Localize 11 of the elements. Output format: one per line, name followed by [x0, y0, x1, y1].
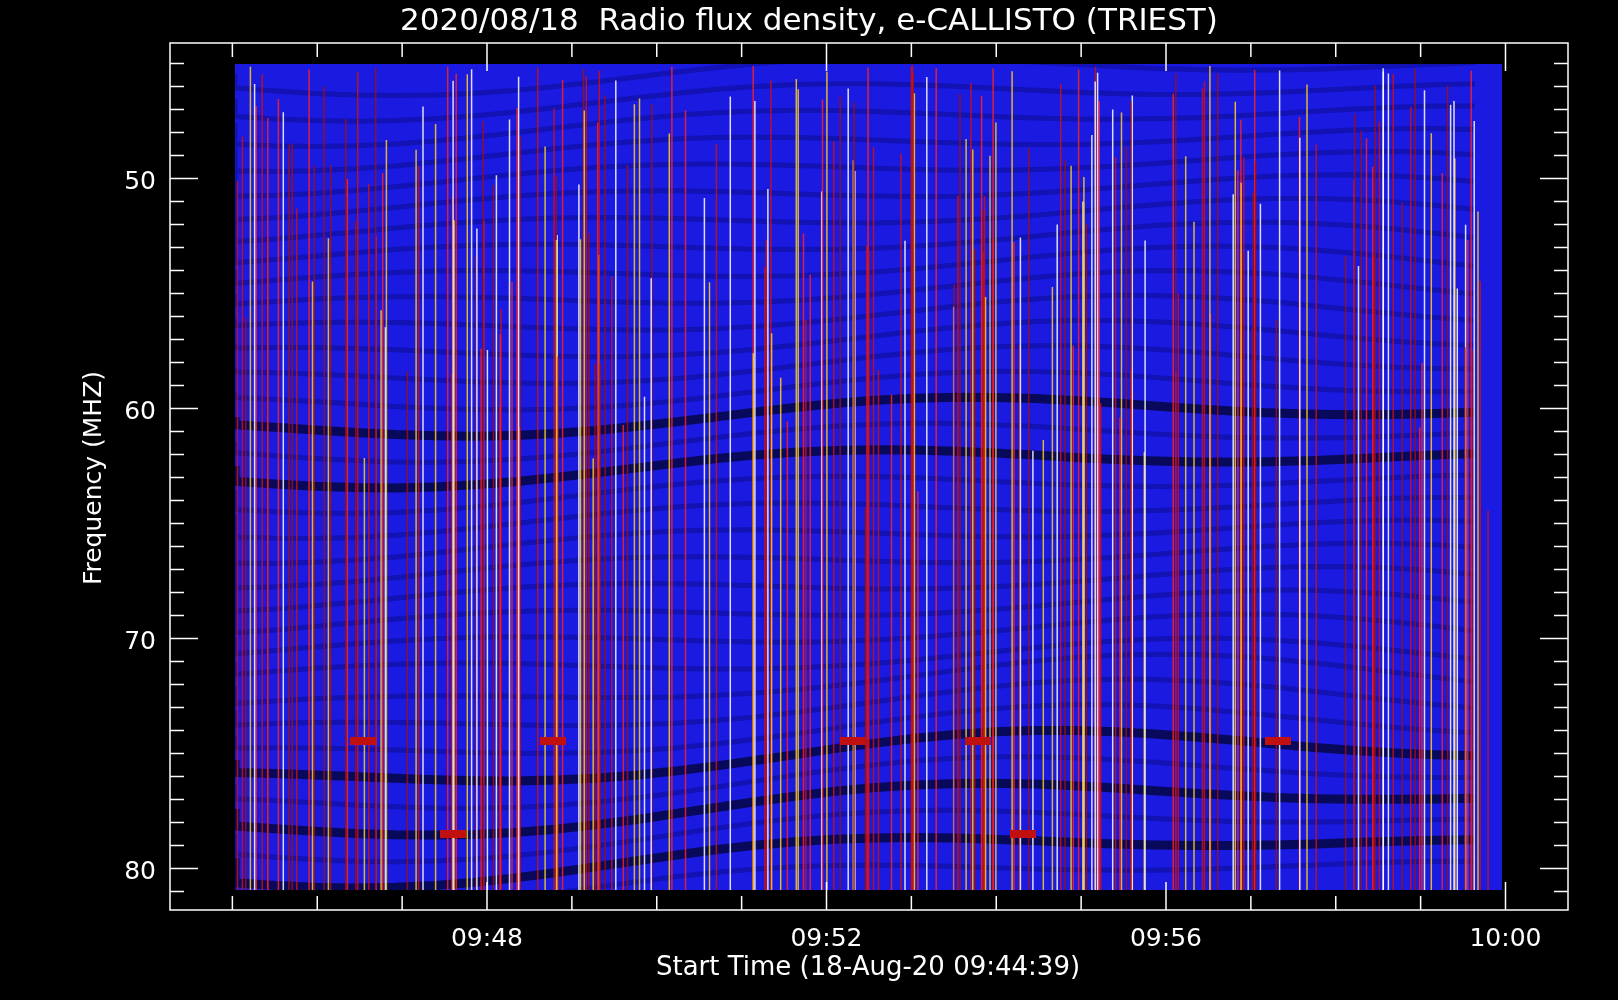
y-tick-label: 60: [124, 395, 156, 425]
y-tick-label: 70: [124, 625, 156, 655]
x-tick-label: 10:00: [1469, 923, 1542, 952]
x-tick-label: 09:56: [1130, 923, 1202, 952]
x-tick-label: 09:52: [790, 923, 863, 952]
y-tick-label: 50: [124, 165, 156, 195]
y-tick-label: 80: [124, 855, 156, 885]
x-tick-label: 09:48: [451, 923, 523, 952]
chart-title: 2020/08/18 Radio flux density, e-CALLISTO (TRIEST): [400, 1, 1218, 37]
y-axis-label: Frequency (MHZ): [78, 370, 107, 586]
x-axis-label: Start Time (18-Aug-20 09:44:39): [655, 951, 1081, 981]
